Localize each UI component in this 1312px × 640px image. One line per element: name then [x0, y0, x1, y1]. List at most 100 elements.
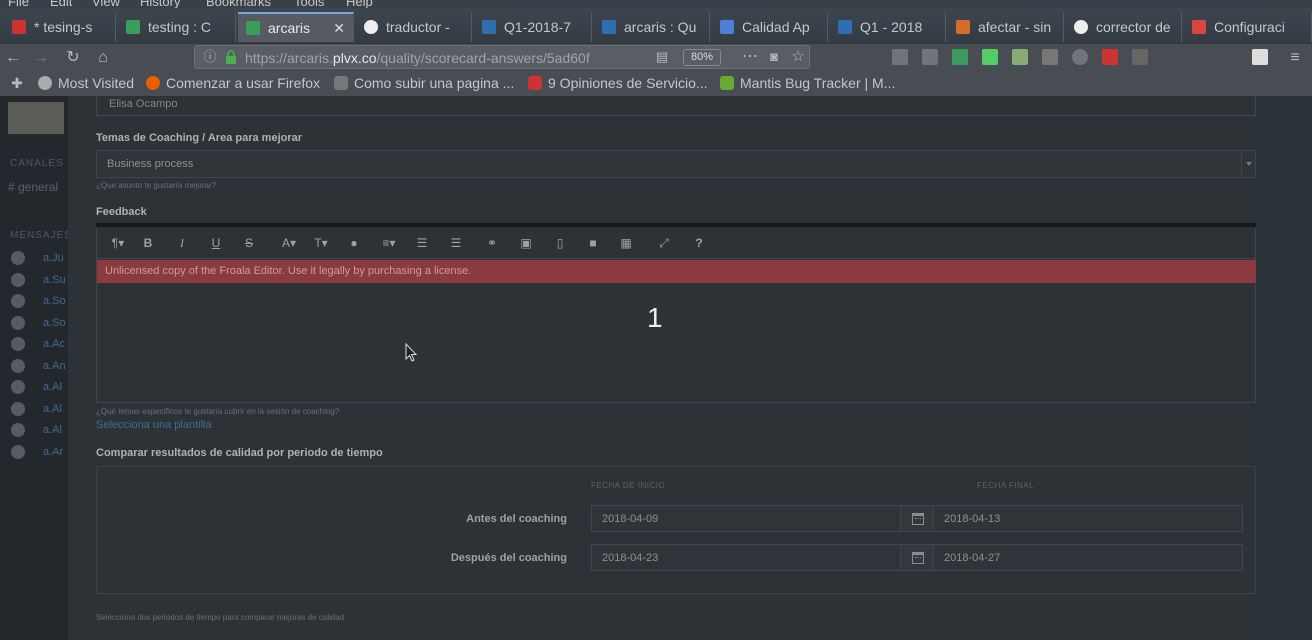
- dm-item[interactable]: a.Al: [11, 380, 71, 394]
- dm-item[interactable]: a.Al: [11, 402, 71, 416]
- browser-tab[interactable]: Configuraci: [1184, 12, 1312, 42]
- calendar-button[interactable]: [900, 505, 934, 532]
- zoom-level[interactable]: 80%: [683, 49, 721, 66]
- paragraph-format-button[interactable]: ¶▾: [107, 236, 129, 250]
- puzzle-icon[interactable]: ✚: [6, 72, 28, 94]
- browser-tab-active[interactable]: arcaris ✕: [238, 12, 354, 42]
- tab-favicon-icon: [246, 21, 260, 35]
- video-icon[interactable]: ■: [586, 236, 600, 250]
- coaching-topic-select[interactable]: Business process: [96, 150, 1256, 178]
- after-start-date[interactable]: 2018-04-23: [591, 544, 901, 571]
- avatar: [11, 402, 25, 416]
- avatar: [11, 359, 25, 373]
- extension-icon[interactable]: [952, 49, 968, 65]
- dm-item[interactable]: a.Ju: [11, 251, 71, 265]
- link-icon[interactable]: ⚭: [485, 236, 499, 250]
- dm-item[interactable]: a.An: [11, 359, 71, 373]
- reader-view-icon[interactable]: ▤: [651, 46, 673, 68]
- bookmark-star-icon[interactable]: ☆: [787, 46, 809, 68]
- after-end-date[interactable]: 2018-04-27: [933, 544, 1243, 571]
- menu-history[interactable]: History: [140, 0, 180, 8]
- menu-edit[interactable]: Edit: [50, 0, 72, 8]
- browser-tab[interactable]: testing : C: [118, 12, 236, 42]
- calendar-button[interactable]: [900, 544, 934, 571]
- dm-item[interactable]: a.Su: [11, 273, 71, 287]
- file-icon[interactable]: ▯: [553, 236, 567, 250]
- more-actions-icon[interactable]: ⋯: [739, 46, 761, 68]
- coaching-topic-label: Temas de Coaching / Area para mejorar: [96, 132, 303, 144]
- dm-item[interactable]: a.Al: [11, 423, 71, 437]
- underline-button[interactable]: U: [209, 236, 223, 250]
- pocket-icon[interactable]: ◙: [763, 46, 785, 68]
- feedback-help: ¿Qué temas específicos te gustaría cubri…: [96, 407, 340, 416]
- mouse-cursor-icon: [405, 343, 417, 362]
- menu-hamburger-icon[interactable]: ≡: [1284, 47, 1306, 69]
- bookmark-opiniones[interactable]: 9 Opiniones de Servicio...: [528, 75, 708, 91]
- editor-text: 1: [647, 302, 663, 333]
- menu-tools[interactable]: Tools: [294, 0, 324, 8]
- start-date-header: FECHA DE INICIO: [591, 481, 666, 490]
- bookmark-mantis[interactable]: Mantis Bug Tracker | M...: [720, 75, 895, 91]
- fullscreen-icon[interactable]: ⤢: [657, 236, 671, 250]
- home-icon[interactable]: ⌂: [92, 47, 114, 69]
- color-drop-icon[interactable]: ●: [347, 236, 361, 250]
- url-bar[interactable]: ⓘ https://arcaris.plvx.co/quality/scorec…: [194, 45, 810, 69]
- select-template-link[interactable]: Selecciona una plantilla: [96, 419, 212, 431]
- editor-content-area[interactable]: 1: [97, 284, 1255, 402]
- bookmark-subir-pagina[interactable]: Como subir una pagina ...: [334, 75, 514, 91]
- menu-view[interactable]: View: [92, 0, 120, 8]
- extension-icon[interactable]: [982, 49, 998, 65]
- avatar: [11, 251, 25, 265]
- align-icon[interactable]: ≡▾: [377, 236, 401, 250]
- back-arrow-icon[interactable]: ←: [2, 47, 24, 69]
- strikethrough-button[interactable]: S: [242, 236, 256, 250]
- browser-tab[interactable]: arcaris : Qu: [594, 12, 710, 42]
- browser-tab[interactable]: * tesing-s: [4, 12, 116, 42]
- before-end-date[interactable]: 2018-04-13: [933, 505, 1243, 532]
- bookmark-most-visited[interactable]: Most Visited: [38, 75, 134, 91]
- library-icon[interactable]: [892, 49, 908, 65]
- bookmark-firefox[interactable]: Comenzar a usar Firefox: [146, 75, 320, 91]
- font-size-button[interactable]: T▾: [309, 236, 333, 250]
- unordered-list-icon[interactable]: ☰: [449, 236, 463, 250]
- screenshot-icon[interactable]: [1252, 49, 1268, 65]
- ordered-list-icon[interactable]: ☰: [415, 236, 429, 250]
- extension-icon[interactable]: [1012, 49, 1028, 65]
- coach-name-field[interactable]: Elisa Ocampo: [96, 96, 1256, 116]
- channel-general[interactable]: # general: [8, 180, 58, 194]
- reload-icon[interactable]: ↻: [62, 47, 84, 69]
- extension-icon[interactable]: [1132, 49, 1148, 65]
- browser-tab[interactable]: Q1 - 2018: [830, 12, 946, 42]
- extension-icon[interactable]: [1042, 49, 1058, 65]
- image-icon[interactable]: ▣: [519, 236, 533, 250]
- close-tab-icon[interactable]: ✕: [333, 20, 345, 37]
- browser-tab[interactable]: afectar - sin: [948, 12, 1064, 42]
- browser-tab[interactable]: corrector de: [1066, 12, 1182, 42]
- info-icon[interactable]: ⓘ: [199, 46, 221, 68]
- forward-arrow-icon[interactable]: →: [30, 47, 52, 69]
- dm-item[interactable]: a.So: [11, 294, 71, 308]
- before-start-date[interactable]: 2018-04-09: [591, 505, 901, 532]
- compare-panel: FECHA DE INICIO FECHA FINAL Antes del co…: [96, 466, 1256, 594]
- menu-file[interactable]: File: [8, 0, 29, 8]
- help-button[interactable]: ?: [692, 236, 706, 250]
- avatar: [11, 273, 25, 287]
- font-family-button[interactable]: A▾: [277, 236, 301, 250]
- avatar: [11, 380, 25, 394]
- bold-button[interactable]: B: [141, 236, 155, 250]
- italic-button[interactable]: I: [175, 236, 189, 250]
- browser-tab[interactable]: traductor -: [356, 12, 472, 42]
- dm-item[interactable]: a.So: [11, 316, 71, 330]
- dm-item[interactable]: a.Ac: [11, 337, 71, 351]
- browser-tab[interactable]: Calidad Ap: [712, 12, 828, 42]
- table-icon[interactable]: ▦: [619, 236, 633, 250]
- chevron-down-icon[interactable]: [1241, 151, 1255, 177]
- menu-help[interactable]: Help: [346, 0, 373, 8]
- sidebar-icon[interactable]: [922, 49, 938, 65]
- tab-favicon-icon: [12, 20, 26, 34]
- dm-item[interactable]: a.Ar: [11, 445, 71, 459]
- menu-bookmarks[interactable]: Bookmarks: [206, 0, 271, 8]
- extension-icon[interactable]: [1102, 49, 1118, 65]
- extension-icon[interactable]: [1072, 49, 1088, 65]
- browser-tab[interactable]: Q1-2018-7: [474, 12, 592, 42]
